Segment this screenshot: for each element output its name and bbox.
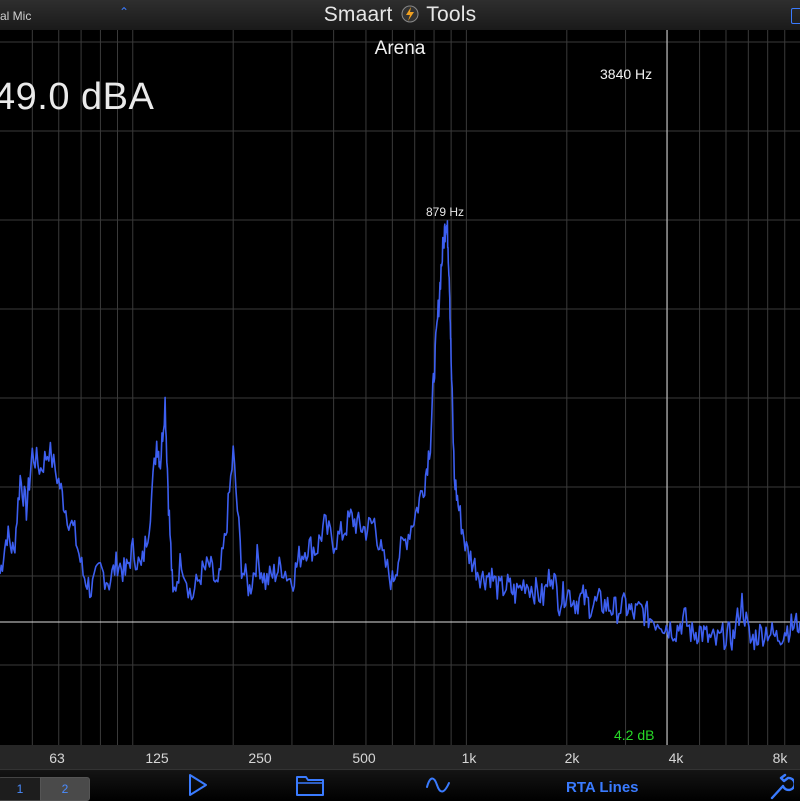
tick-label: 1k (461, 750, 477, 766)
tick-label: 125 (145, 750, 169, 766)
wrench-icon[interactable] (764, 772, 794, 800)
app-title: Smaart Tools (0, 3, 800, 27)
spectrum-plot[interactable] (0, 30, 800, 745)
tick-label: 2k (564, 750, 580, 766)
app-title-right: Tools (426, 3, 477, 26)
folder-icon[interactable] (295, 772, 325, 798)
menu-icon[interactable] (791, 8, 800, 24)
app-title-left: Smaart (323, 3, 393, 26)
segment-1-button[interactable]: 1 (0, 777, 42, 801)
tick-label: 8k (772, 750, 788, 766)
tick-label: 500 (352, 750, 376, 766)
spectrum-trace (0, 220, 800, 651)
tick-label: 250 (248, 750, 272, 766)
tick-label: 4k (668, 750, 684, 766)
frequency-axis: 63 125 250 500 1k 2k 4k 8k (0, 745, 800, 769)
play-icon[interactable] (186, 772, 210, 798)
bottom-toolbar: 1 2 RTA Lines (0, 769, 800, 801)
lightning-icon (401, 5, 419, 23)
rta-lines-button[interactable]: RTA Lines (566, 779, 639, 796)
segment-2-button[interactable]: 2 (40, 777, 90, 801)
plot-grid (0, 30, 800, 745)
waveform-icon[interactable] (424, 772, 452, 798)
tick-label: 63 (49, 750, 65, 766)
title-bar: al Mic ⌃ Smaart Tools (0, 0, 800, 31)
